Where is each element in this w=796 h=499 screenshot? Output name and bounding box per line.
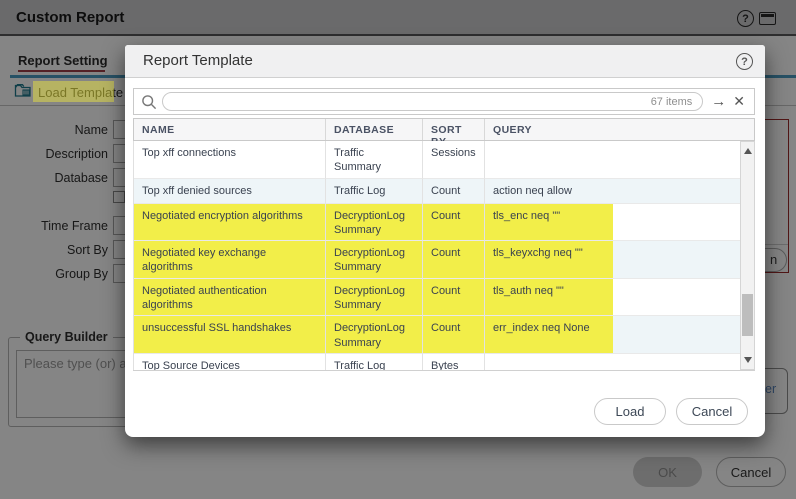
cell-database: Traffic Log [326, 354, 423, 370]
modal-footer: Load Cancel [594, 398, 748, 425]
cell-name: unsuccessful SSL handshakes [134, 316, 326, 354]
clear-filter-close-icon[interactable]: ✕ [733, 93, 745, 110]
cell-sort-by: Sessions [423, 141, 485, 179]
cell-sort-by: Count [423, 179, 485, 204]
table-row[interactable]: Negotiated key exchange algorithmsDecryp… [134, 241, 740, 279]
search-icon [141, 94, 157, 110]
cell-name: Negotiated key exchange algorithms [134, 241, 326, 279]
report-template-modal: Report Template ? 67 items → ✕ NAME DATA… [125, 45, 765, 437]
table-row[interactable]: Top xff connectionsTraffic SummarySessio… [134, 141, 740, 179]
table-body: Top xff connectionsTraffic SummarySessio… [133, 141, 755, 371]
cell-query: tls_keyxchg neq "" [485, 241, 740, 279]
table-header: NAME DATABASE SORT BY QUERY [133, 118, 755, 141]
table-row[interactable]: Negotiated authentication algorithmsDecr… [134, 279, 740, 317]
modal-help-icon[interactable]: ? [736, 53, 753, 70]
cell-query: action neq allow [485, 179, 740, 204]
column-header-database[interactable]: DATABASE [326, 119, 423, 140]
cell-sort-by: Count [423, 279, 485, 317]
cell-name: Top xff connections [134, 141, 326, 179]
cell-database: Traffic Summary [326, 141, 423, 179]
cell-query [485, 354, 740, 370]
cell-query: err_index neq None [485, 316, 740, 354]
modal-cancel-button[interactable]: Cancel [676, 398, 748, 425]
load-template-highlight-annotation [33, 81, 114, 102]
scrollbar-down-arrow[interactable] [741, 353, 754, 367]
cell-database: DecryptionLog Summary [326, 204, 423, 242]
table-row[interactable]: Top Source DevicesTraffic LogBytes [134, 354, 740, 370]
cell-sort-by: Count [423, 204, 485, 242]
cell-database: DecryptionLog Summary [326, 316, 423, 354]
cell-query: tls_enc neq "" [485, 204, 740, 242]
cell-name: Negotiated authentication algorithms [134, 279, 326, 317]
scrollbar-up-arrow[interactable] [741, 144, 754, 158]
cell-sort-by: Bytes [423, 354, 485, 370]
cell-database: Traffic Log [326, 179, 423, 204]
items-count-badge: 67 items [651, 96, 693, 108]
cell-query: tls_auth neq "" [485, 279, 740, 317]
table-row[interactable]: Top xff denied sourcesTraffic LogCountac… [134, 179, 740, 204]
cell-name: Negotiated encryption algorithms [134, 204, 326, 242]
cell-query [485, 141, 740, 179]
modal-header: Report Template ? [125, 45, 765, 78]
apply-filter-arrow-icon[interactable]: → [711, 93, 726, 110]
modal-title: Report Template [143, 52, 253, 69]
cell-sort-by: Count [423, 316, 485, 354]
search-bar: 67 items → ✕ [133, 88, 755, 115]
scrollbar-thumb[interactable] [742, 294, 753, 336]
table-row[interactable]: unsuccessful SSL handshakesDecryptionLog… [134, 316, 740, 354]
cell-database: DecryptionLog Summary [326, 279, 423, 317]
cell-database: DecryptionLog Summary [326, 241, 423, 279]
search-input[interactable]: 67 items [162, 92, 703, 111]
column-header-query[interactable]: QUERY [485, 119, 754, 140]
table-scrollbar[interactable] [740, 141, 755, 370]
column-header-sort-by[interactable]: SORT BY [423, 119, 485, 140]
column-header-name[interactable]: NAME [134, 119, 326, 140]
cell-name: Top xff denied sources [134, 179, 326, 204]
load-button[interactable]: Load [594, 398, 666, 425]
cell-sort-by: Count [423, 241, 485, 279]
template-table-body-rows: Top xff connectionsTraffic SummarySessio… [133, 141, 740, 370]
cell-name: Top Source Devices [134, 354, 326, 370]
table-row[interactable]: Negotiated encryption algorithmsDecrypti… [134, 204, 740, 242]
